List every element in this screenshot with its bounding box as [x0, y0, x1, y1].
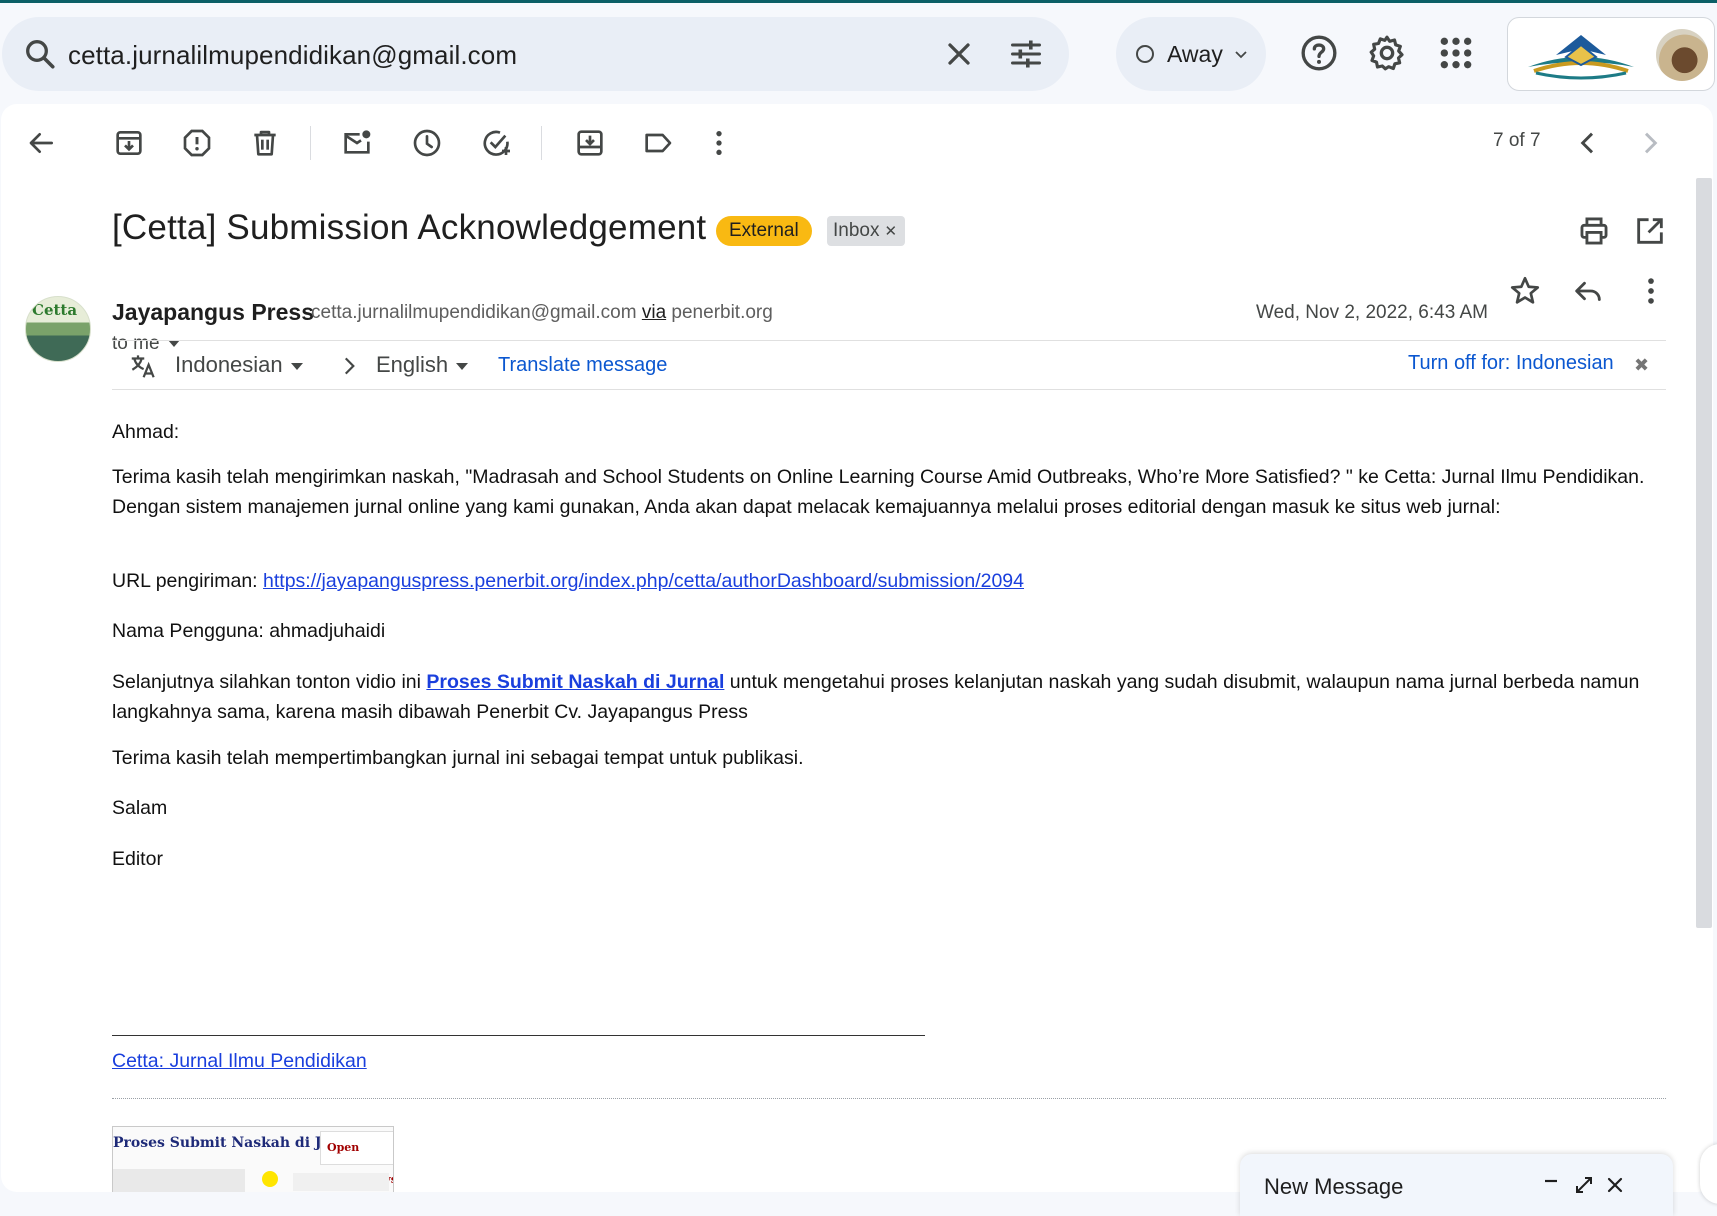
- sender-email: cetta.jurnalilmupendidikan@gmail.com via…: [311, 302, 773, 324]
- email-paragraph-2: Selanjutnya silahkan tonton vidio ini Pr…: [112, 667, 1672, 727]
- status-circle-icon: [1136, 45, 1154, 63]
- thumbnail-text-block: [293, 1173, 389, 1191]
- journal-link-line: Cetta: Jurnal Ilmu Pendidikan: [112, 1046, 1672, 1076]
- star-icon[interactable]: [1508, 274, 1542, 308]
- turn-off-translation-link[interactable]: Turn off for: Indonesian: [1408, 352, 1614, 375]
- search-options-icon[interactable]: [1008, 36, 1044, 72]
- translate-message-link[interactable]: Translate message: [498, 354, 667, 377]
- scrollbar[interactable]: [1696, 178, 1712, 928]
- submission-url-line: URL pengiriman: https://jayapanguspress.…: [112, 566, 1672, 596]
- previous-chevron-icon[interactable]: [1572, 127, 1604, 159]
- toolbar-divider: [541, 126, 542, 160]
- translation-bar: Indonesian English Translate message Tur…: [112, 340, 1666, 390]
- target-language-dropdown[interactable]: English: [376, 352, 469, 378]
- apps-grid-icon[interactable]: [1436, 33, 1476, 73]
- account-switcher[interactable]: [1507, 17, 1715, 91]
- email-subject: [Cetta] Submission Acknowledgement: [112, 208, 707, 247]
- top-accent-line: [0, 0, 1717, 3]
- search-bar[interactable]: cetta.jurnalilmupendidikan@gmail.com: [2, 17, 1069, 91]
- caret-down-icon: [456, 362, 469, 370]
- status-selector[interactable]: Away: [1116, 17, 1266, 91]
- email-view: 7 of 7 [Cetta] Submission Acknowledgemen…: [1, 104, 1713, 1192]
- external-badge: External: [716, 216, 812, 246]
- video-link[interactable]: Proses Submit Naskah di Jurnal: [426, 671, 724, 693]
- username-line: Nama Pengguna: ahmadjuhaidi: [112, 620, 386, 642]
- label-tag-icon[interactable]: [642, 127, 674, 159]
- url-label: URL pengiriman:: [112, 570, 264, 592]
- side-panel-toggle[interactable]: [1700, 1144, 1717, 1204]
- via-link[interactable]: via: [642, 302, 666, 323]
- mark-unread-icon[interactable]: [341, 127, 373, 159]
- source-language-dropdown[interactable]: Indonesian: [175, 352, 303, 378]
- search-input[interactable]: cetta.jurnalilmupendidikan@gmail.com: [68, 40, 517, 71]
- expand-icon[interactable]: [1572, 1173, 1596, 1197]
- chevron-down-icon: [1235, 51, 1247, 59]
- snooze-clock-icon[interactable]: [411, 127, 443, 159]
- print-icon[interactable]: [1577, 214, 1611, 248]
- back-arrow-icon[interactable]: [25, 127, 57, 159]
- email-paragraph-3: Terima kasih telah mempertimbangkan jurn…: [112, 747, 804, 769]
- help-icon[interactable]: [1299, 33, 1339, 73]
- remove-label-icon[interactable]: ✕: [884, 223, 897, 240]
- chevron-right-icon: [344, 357, 355, 375]
- email-signoff: Editor: [112, 848, 163, 870]
- inbox-label-chip[interactable]: Inbox ✕: [827, 216, 906, 246]
- email-greeting: Ahmad:: [112, 421, 180, 443]
- p2-before: Selanjutnya silahkan tonton vidio ini: [112, 671, 427, 693]
- toolbar-divider: [310, 126, 311, 160]
- settings-gear-icon[interactable]: [1367, 33, 1407, 73]
- reply-icon[interactable]: [1571, 274, 1605, 308]
- email-paragraph-1: Terima kasih telah mengirimkan naskah, "…: [112, 466, 1645, 518]
- close-icon[interactable]: [1603, 1173, 1627, 1197]
- message-counter: 7 of 7: [1493, 130, 1541, 151]
- thumbnail-step-marker: [262, 1171, 278, 1187]
- move-to-icon[interactable]: [574, 127, 606, 159]
- organization-logo: [1528, 35, 1634, 80]
- open-new-window-icon[interactable]: [1633, 214, 1667, 248]
- compose-title[interactable]: New Message: [1264, 1174, 1403, 1200]
- add-task-icon[interactable]: [480, 127, 512, 159]
- signature-divider: [112, 1035, 925, 1036]
- clear-search-icon[interactable]: [941, 36, 977, 72]
- sender-email-address: cetta.jurnalilmupendidikan@gmail.com: [311, 302, 637, 323]
- video-thumbnail[interactable]: Proses Submit Naskah di Jurnal Open Jour…: [112, 1126, 394, 1192]
- next-chevron-icon[interactable]: [1634, 127, 1666, 159]
- report-spam-icon[interactable]: [181, 127, 213, 159]
- email-date: Wed, Nov 2, 2022, 6:43 AM: [1256, 302, 1489, 323]
- more-options-icon[interactable]: [703, 127, 735, 159]
- sender-avatar[interactable]: Cetta: [25, 296, 91, 362]
- target-language-label: English: [376, 352, 449, 377]
- more-message-options-icon[interactable]: [1634, 274, 1668, 308]
- submission-url-link[interactable]: https://jayapanguspress.penerbit.org/ind…: [263, 570, 1024, 592]
- delete-trash-icon[interactable]: [249, 127, 281, 159]
- close-translation-icon[interactable]: ✖: [1634, 355, 1649, 376]
- email-closing: Salam: [112, 797, 168, 819]
- thumbnail-graphic: [113, 1169, 245, 1192]
- attachment-divider: [112, 1098, 1666, 1099]
- sender-name: Jayapangus Press: [112, 299, 315, 325]
- avatar[interactable]: [1656, 29, 1708, 81]
- minimize-icon[interactable]: [1539, 1173, 1563, 1197]
- via-domain: penerbit.org: [671, 302, 773, 323]
- compose-window-minimized[interactable]: New Message: [1240, 1154, 1673, 1216]
- sender-avatar-text: Cetta: [32, 301, 78, 319]
- search-icon[interactable]: [22, 36, 58, 72]
- status-label: Away: [1167, 41, 1223, 67]
- source-language-label: Indonesian: [175, 352, 283, 377]
- translate-icon: [131, 355, 155, 378]
- archive-icon[interactable]: [113, 127, 145, 159]
- caret-down-icon: [290, 362, 303, 370]
- inbox-label-text: Inbox: [833, 220, 880, 241]
- journal-link[interactable]: Cetta: Jurnal Ilmu Pendidikan: [112, 1050, 367, 1072]
- thumbnail-badge: Open Journal Sys: [320, 1131, 393, 1186]
